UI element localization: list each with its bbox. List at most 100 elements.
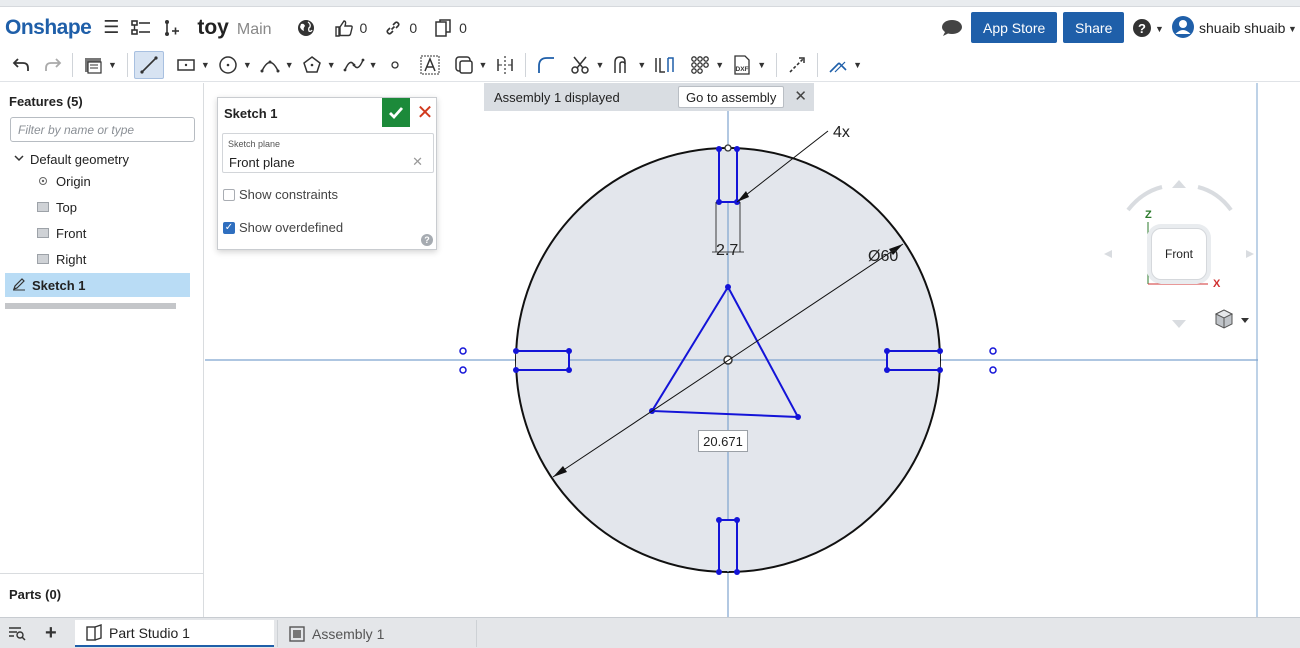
- redo-icon[interactable]: [40, 51, 66, 79]
- text-tool-icon[interactable]: [416, 51, 444, 79]
- fillet-tool-icon[interactable]: [532, 51, 560, 79]
- link-icon[interactable]: [381, 16, 405, 40]
- toolbar-divider: [817, 52, 819, 77]
- tab-filter-icon[interactable]: [8, 625, 26, 646]
- share-button[interactable]: Share: [1063, 12, 1125, 43]
- top-origin-marker: [724, 144, 732, 152]
- clear-icon[interactable]: ✕: [412, 154, 423, 170]
- tab-assembly-1[interactable]: Assembly 1: [277, 620, 477, 647]
- project-tool-icon[interactable]: [650, 51, 680, 79]
- app-store-button[interactable]: App Store: [971, 12, 1058, 43]
- count-dimension-label[interactable]: 4x: [833, 124, 850, 142]
- onshape-logo[interactable]: Onshape: [5, 16, 92, 40]
- rectangle-chevron-down-icon[interactable]: ▼: [201, 60, 210, 70]
- parts-header[interactable]: Parts (0): [0, 573, 203, 617]
- trim-chevron-down-icon[interactable]: ▼: [595, 60, 604, 70]
- tree-item-label: Front: [56, 225, 87, 241]
- polygon-tool-icon[interactable]: [298, 51, 326, 79]
- left-slot: [516, 350, 570, 371]
- accept-button[interactable]: [382, 98, 410, 127]
- spline-tool-icon[interactable]: [340, 51, 368, 79]
- tree-item-label: Origin: [56, 173, 91, 189]
- rectangle-tool-icon[interactable]: [172, 51, 200, 79]
- undo-icon[interactable]: [8, 51, 34, 79]
- checkbox-icon[interactable]: [223, 188, 235, 201]
- document-branch[interactable]: Main: [237, 21, 272, 39]
- slot-dimension-label[interactable]: 2.7: [716, 242, 738, 260]
- tree-item-origin[interactable]: Origin: [0, 169, 190, 193]
- tree-item-sketch-1[interactable]: Sketch 1: [5, 273, 190, 297]
- arc-tool-icon[interactable]: [256, 51, 284, 79]
- part-studio-icon: [86, 623, 102, 641]
- view-cube-chevron-down-icon: [1241, 318, 1249, 323]
- add-tab-icon[interactable]: +: [45, 622, 57, 645]
- comments-icon[interactable]: [940, 16, 964, 40]
- point-tool-icon[interactable]: [382, 51, 408, 79]
- tree-item-front[interactable]: Front: [0, 221, 190, 245]
- tab-label: Part Studio 1: [109, 624, 190, 641]
- bottom-slot: [718, 519, 738, 571]
- sketch-plane-field[interactable]: Sketch plane Front plane ✕: [222, 133, 434, 173]
- copy-icon[interactable]: [431, 16, 455, 40]
- top-slot: [718, 149, 738, 203]
- tree-default-geometry[interactable]: Default geometry: [0, 147, 190, 171]
- pattern-chevron-down-icon[interactable]: ▼: [715, 60, 724, 70]
- use-chevron-down-icon[interactable]: ▼: [637, 60, 646, 70]
- sketch-stack-icon[interactable]: [79, 51, 107, 79]
- toolbar-divider: [72, 52, 73, 77]
- show-overdefined-checkbox[interactable]: ✓ Show overdefined: [223, 220, 343, 235]
- filter-input[interactable]: [10, 117, 195, 142]
- tab-part-studio-1[interactable]: Part Studio 1: [75, 620, 274, 647]
- checkbox-checked-icon[interactable]: ✓: [223, 221, 235, 234]
- sketch-dialog: Sketch 1 ✕ Sketch plane Front plane ✕ Sh…: [217, 97, 437, 250]
- dimension-tool-icon[interactable]: [824, 51, 852, 79]
- circle-chevron-down-icon[interactable]: ▼: [243, 60, 252, 70]
- close-icon[interactable]: ✕: [794, 87, 807, 105]
- offset-chevron-down-icon[interactable]: ▼: [479, 60, 488, 70]
- user-name[interactable]: shuaib shuaib: [1199, 20, 1285, 36]
- menu-icon[interactable]: ☰: [99, 16, 123, 40]
- horizontal-scrollbar[interactable]: [5, 303, 176, 309]
- branch-icon[interactable]: [159, 16, 183, 40]
- mirror-tool-icon[interactable]: [491, 51, 519, 79]
- circle-tool-icon[interactable]: [214, 51, 242, 79]
- dxf-chevron-down-icon[interactable]: ▼: [757, 60, 766, 70]
- tree-item-top[interactable]: Top: [0, 195, 190, 219]
- polygon-chevron-down-icon[interactable]: ▼: [327, 60, 336, 70]
- help-icon[interactable]: ?: [421, 234, 433, 246]
- avatar-icon[interactable]: [1171, 15, 1195, 39]
- view-up-arrow: [1172, 180, 1186, 188]
- copies-count: 0: [459, 19, 467, 36]
- dimension-chevron-down-icon[interactable]: ▼: [853, 60, 862, 70]
- line-tool-icon[interactable]: [133, 50, 164, 79]
- view-cube-box-icon[interactable]: [1214, 309, 1234, 329]
- like-icon[interactable]: [332, 16, 356, 40]
- pattern-tool-icon[interactable]: [686, 51, 714, 79]
- go-to-assembly-button[interactable]: Go to assembly: [678, 86, 785, 108]
- tab-label: Assembly 1: [312, 625, 385, 642]
- cancel-button[interactable]: ✕: [414, 101, 436, 124]
- help-chevron-down-icon[interactable]: ▼: [1155, 24, 1164, 34]
- view-cube-front-face[interactable]: Front: [1151, 228, 1207, 280]
- dxf-import-icon[interactable]: DXF: [728, 51, 756, 79]
- help-icon[interactable]: ?: [1130, 16, 1154, 40]
- show-constraints-checkbox[interactable]: Show constraints: [223, 187, 338, 202]
- diameter-dimension-label[interactable]: Ø60: [868, 248, 898, 266]
- use-tool-icon[interactable]: [608, 51, 636, 79]
- document-title[interactable]: toy: [197, 16, 229, 40]
- spline-chevron-down-icon[interactable]: ▼: [369, 60, 378, 70]
- user-chevron-down-icon[interactable]: ▼: [1288, 24, 1297, 34]
- feature-list-icon[interactable]: [129, 16, 153, 40]
- trim-tool-icon[interactable]: [566, 51, 594, 79]
- globe-icon[interactable]: [294, 16, 318, 40]
- sketch-toolbar: ▼ ▼ ▼ ▼ ▼ ▼ ▼ ▼ ▼ ▼ DXF ▼ ▼: [0, 48, 1300, 82]
- triangle-dimension-box[interactable]: 20.671: [698, 430, 748, 452]
- view-down-arrow: [1172, 320, 1186, 328]
- arc-chevron-down-icon[interactable]: ▼: [285, 60, 294, 70]
- chevron-down-icon[interactable]: [14, 153, 24, 165]
- construction-tool-icon[interactable]: [783, 51, 811, 79]
- tree-item-right[interactable]: Right: [0, 247, 190, 271]
- sketch-stack-chevron-down-icon[interactable]: ▼: [108, 60, 117, 70]
- top-strip: [0, 0, 1300, 7]
- offset-tool-icon[interactable]: [450, 51, 478, 79]
